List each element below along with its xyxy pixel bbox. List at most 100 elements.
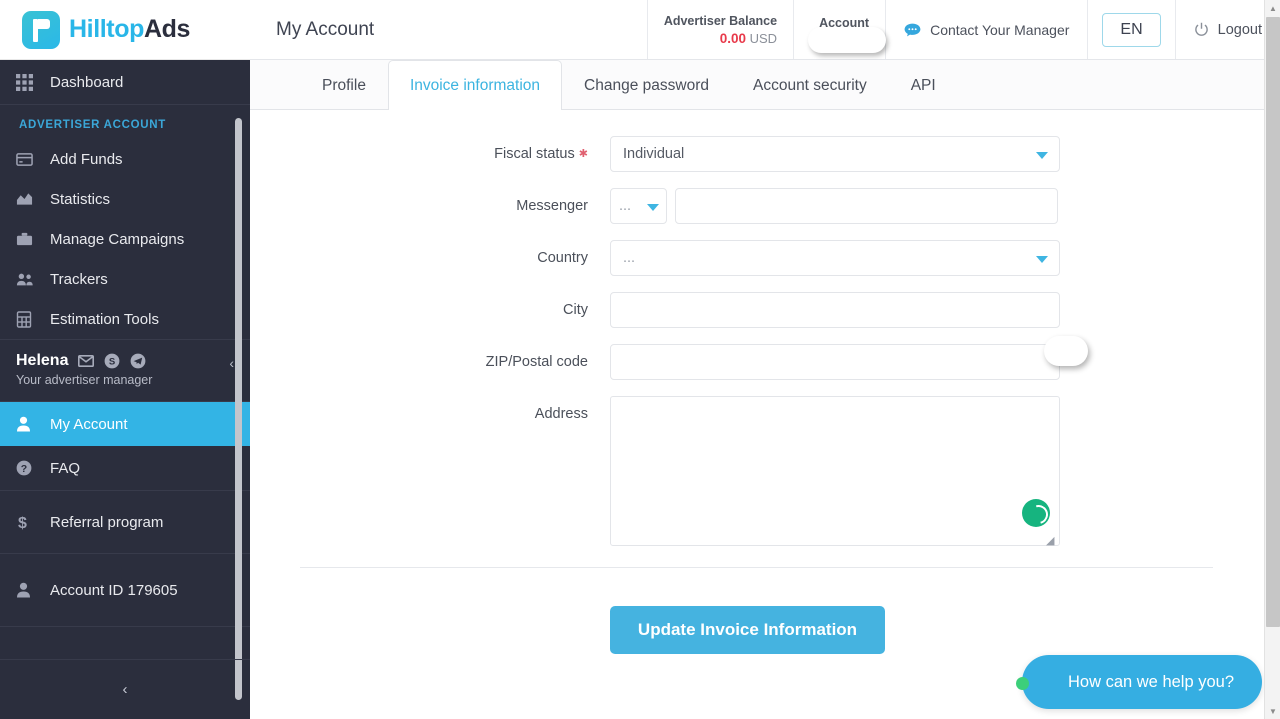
address-textarea[interactable]	[610, 396, 1060, 547]
address-label: Address	[534, 406, 588, 423]
main-content: Profile Invoice information Change passw…	[250, 60, 1280, 719]
scroll-up-arrow-icon[interactable]: ▲	[1265, 0, 1280, 16]
briefcase-icon	[16, 231, 50, 247]
tab-change-password[interactable]: Change password	[562, 60, 731, 109]
page-title: My Account	[276, 18, 375, 40]
nav-group-account-id: Account ID 179605	[0, 554, 250, 627]
scroll-down-arrow-icon[interactable]: ▼	[1265, 703, 1280, 719]
tab-account-security[interactable]: Account security	[731, 60, 889, 109]
logo[interactable]: HilltopAds	[0, 0, 250, 60]
country-select[interactable]: ...	[610, 240, 1060, 277]
messenger-input[interactable]	[675, 188, 1058, 225]
manager-subtitle: Your advertiser manager	[16, 373, 153, 387]
country-label: Country	[537, 250, 588, 267]
sidebar-item-label: Manage Campaigns	[50, 230, 185, 248]
page-scrollbar[interactable]: ▲ ▼	[1264, 0, 1280, 719]
online-status-dot	[1015, 677, 1029, 690]
required-asterisk: ✱	[578, 148, 588, 161]
update-invoice-information-button[interactable]: Update Invoice Information	[610, 606, 885, 655]
sidebar-item-add-funds[interactable]: Add Funds	[0, 139, 250, 179]
tab-profile[interactable]: Profile	[300, 60, 388, 109]
sidebar-item-my-account[interactable]: My Account	[0, 402, 250, 446]
sidebar-item-faq[interactable]: ? FAQ	[0, 446, 250, 490]
sidebar-item-label: Estimation Tools	[50, 310, 159, 328]
dollar-icon: $	[16, 514, 50, 531]
sidebar-item-account-id[interactable]: Account ID 179605	[0, 554, 250, 626]
language-switcher: EN	[1087, 0, 1174, 59]
page-scrollbar-thumb[interactable]	[1266, 17, 1280, 627]
nav-group-advertiser: ADVERTISER ACCOUNT Add Funds Statistics	[0, 105, 250, 340]
advertiser-balance: Advertiser Balance 0.00 USD	[646, 0, 793, 59]
calculator-icon	[16, 310, 50, 328]
envelope-icon[interactable]	[77, 353, 94, 370]
flag-logo-icon	[22, 10, 60, 49]
svg-text:?: ?	[21, 463, 27, 475]
sidebar-collapse-button[interactable]: ‹	[0, 659, 250, 719]
balance-value: 0.00 USD	[664, 31, 777, 46]
fiscal-status-label-text: Fiscal status	[494, 146, 575, 162]
logout-label: Logout	[1217, 21, 1262, 38]
balance-currency: USD	[749, 30, 778, 46]
sidebar-scrollbar[interactable]	[235, 118, 242, 700]
skype-icon[interactable]: S	[103, 353, 120, 370]
sidebar-item-label: Statistics	[50, 190, 111, 208]
city-label: City	[563, 302, 588, 319]
app-root: HilltopAds Dashboard ADVERTISER ACCOUNT	[0, 0, 1280, 719]
sidebar-item-trackers[interactable]: Trackers	[0, 259, 250, 299]
telegram-icon[interactable]	[129, 353, 146, 370]
tab-invoice-information[interactable]: Invoice information	[387, 60, 563, 110]
contact-manager-button[interactable]: Contact Your Manager	[885, 0, 1087, 59]
top-header: My Account Advertiser Balance 0.00 USD A…	[250, 0, 1280, 60]
sidebar-item-dashboard[interactable]: Dashboard	[0, 60, 250, 104]
sidebar-item-label: Dashboard	[50, 73, 124, 91]
tab-api[interactable]: API	[889, 60, 958, 109]
chevron-down-icon	[1036, 256, 1048, 264]
messenger-type-select[interactable]: ...	[610, 188, 667, 225]
brand-name-part1: Hilltop	[69, 15, 144, 43]
zip-overlay-pill	[1044, 336, 1088, 367]
sidebar-item-label: Add Funds	[50, 150, 123, 168]
sidebar-scroll-region: Dashboard ADVERTISER ACCOUNT Add Funds S…	[0, 60, 250, 719]
loading-spinner-icon	[1022, 499, 1050, 528]
zip-input[interactable]	[610, 344, 1060, 381]
zip-label: ZIP/Postal code	[485, 354, 588, 371]
language-button[interactable]: EN	[1102, 12, 1161, 47]
manager-block: Helena S Your advertiser manager ‹	[0, 340, 250, 402]
chevron-down-icon	[647, 204, 659, 212]
sidebar-item-label: Referral program	[50, 513, 164, 531]
sidebar-item-referral-program[interactable]: $ Referral program	[0, 491, 250, 553]
power-icon	[1194, 22, 1209, 37]
messenger-type-value: ...	[619, 198, 632, 215]
svg-text:S: S	[109, 357, 115, 368]
sidebar-item-estimation-tools[interactable]: Estimation Tools	[0, 299, 250, 339]
zip-control	[610, 336, 1088, 381]
chevron-down-icon	[1036, 152, 1048, 159]
nav-group-account: My Account ? FAQ	[0, 402, 250, 491]
svg-text:$: $	[18, 515, 27, 531]
address-control: ◢	[610, 396, 1060, 551]
account-id-block[interactable]: Account ID	[793, 0, 887, 59]
tab-bar: Profile Invoice information Change passw…	[250, 60, 1264, 110]
city-input[interactable]	[610, 292, 1060, 329]
chevron-left-icon: ‹	[122, 681, 128, 698]
brand-name: HilltopAds	[69, 15, 190, 44]
field-row-city: City	[250, 292, 1264, 329]
balance-label: Advertiser Balance	[663, 13, 778, 28]
account-id-value-pill	[808, 27, 887, 53]
messenger-label: Messenger	[516, 198, 588, 215]
field-row-messenger: Messenger ...	[250, 188, 1264, 225]
sidebar: HilltopAds Dashboard ADVERTISER ACCOUNT	[0, 0, 250, 719]
fiscal-status-select[interactable]: Individual	[610, 136, 1060, 172]
chat-widget-label: How can we help you?	[1067, 672, 1234, 691]
sidebar-item-statistics[interactable]: Statistics	[0, 179, 250, 219]
form-actions: Update Invoice Information	[250, 606, 1264, 655]
sidebar-item-label: Trackers	[50, 270, 108, 288]
chat-widget-button[interactable]: How can we help you?	[1015, 655, 1262, 709]
sidebar-item-manage-campaigns[interactable]: Manage Campaigns	[0, 219, 250, 259]
chevron-left-icon[interactable]: ‹	[229, 355, 234, 371]
fiscal-status-control: Individual	[610, 136, 1060, 172]
fiscal-status-label: Fiscal status ✱	[250, 136, 610, 172]
chat-bubble-icon	[904, 23, 921, 37]
nav-group-referral: $ Referral program	[0, 491, 250, 554]
grid-icon	[16, 73, 50, 91]
